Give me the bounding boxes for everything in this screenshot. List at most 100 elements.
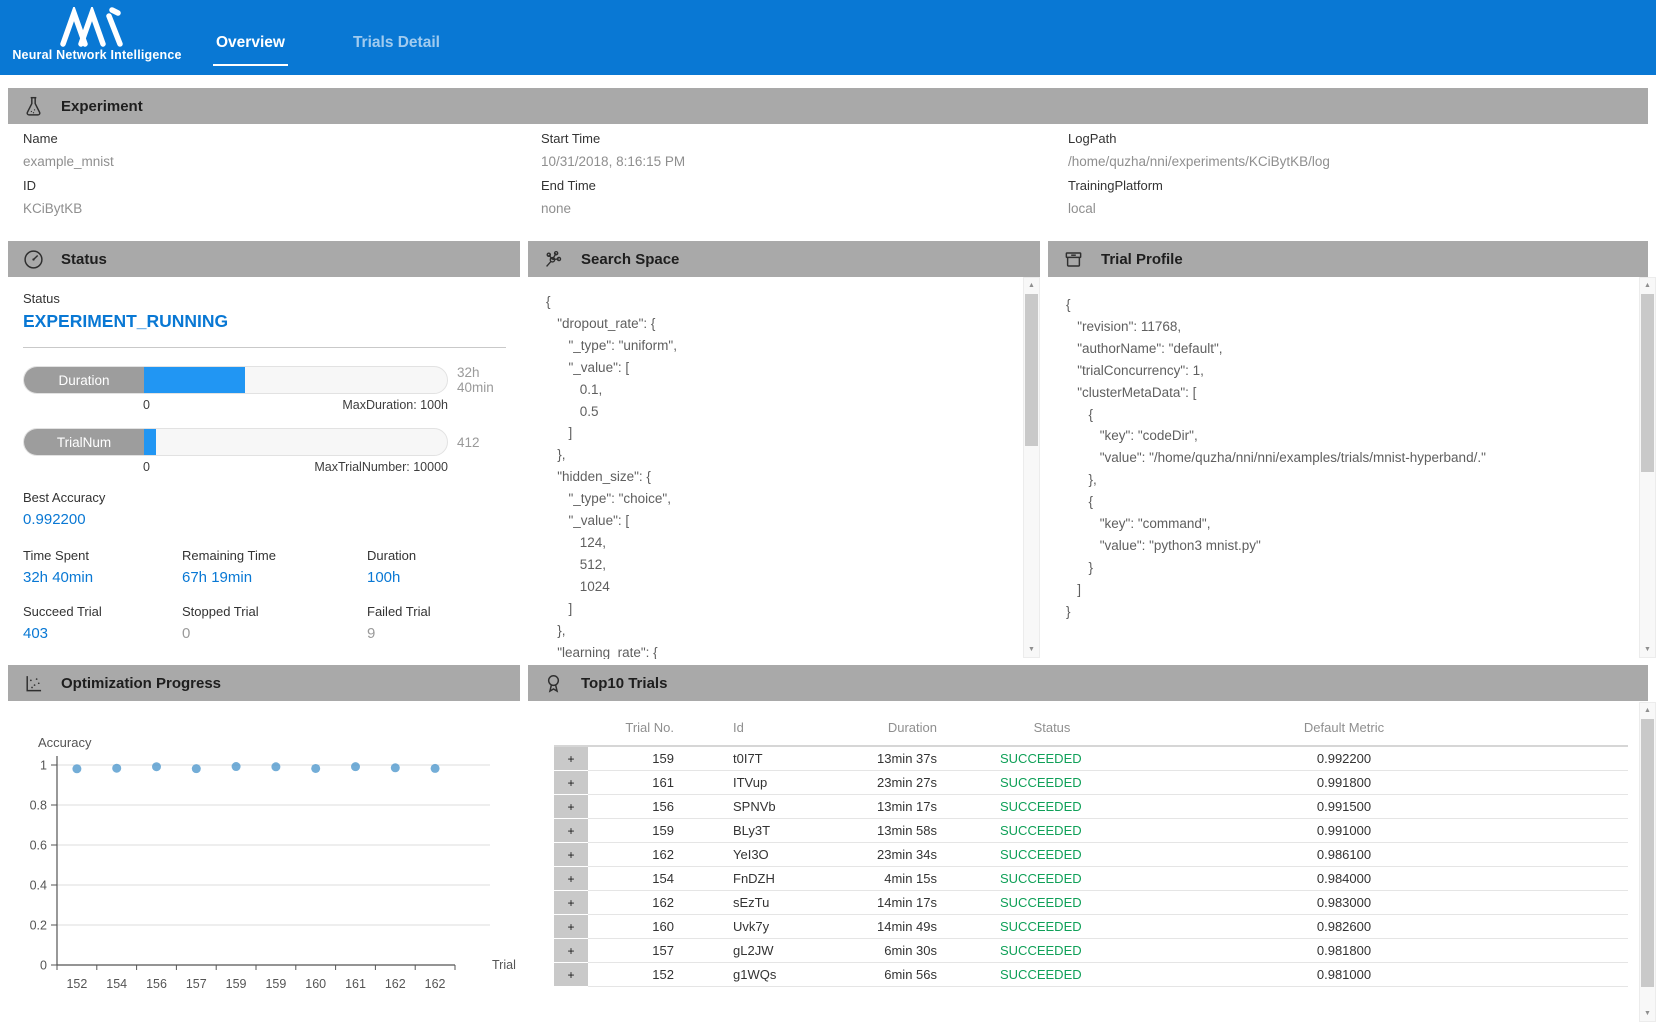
expand-row-button[interactable]: + xyxy=(567,896,574,910)
filler-cell xyxy=(1521,866,1628,890)
top10-scrollbar[interactable]: ▲ ▼ xyxy=(1639,702,1656,1022)
tab-overview[interactable]: Overview xyxy=(213,34,288,66)
expand-cell[interactable]: + xyxy=(554,890,588,914)
stat-label: Failed Trial xyxy=(367,604,506,619)
archive-box-icon xyxy=(1063,249,1084,270)
stat-value: 403 xyxy=(23,625,182,642)
expand-row-button[interactable]: + xyxy=(567,944,574,958)
filler-cell xyxy=(1521,746,1628,770)
duration-cell: 6min 56s xyxy=(824,962,937,986)
tab-trials-detail[interactable]: Trials Detail xyxy=(350,34,443,66)
stat-item: Duration100h xyxy=(367,548,506,586)
field-value: 10/31/2018, 8:16:15 PM xyxy=(541,154,1021,178)
experiment-column: LogPath/home/quzha/nni/experiments/KCiBy… xyxy=(1068,131,1628,225)
expand-cell[interactable]: + xyxy=(554,818,588,842)
trial-id-cell: g1WQs xyxy=(674,962,824,986)
trial-profile-scrollbar[interactable]: ▲ ▼ xyxy=(1639,277,1656,658)
search-space-json-line: "_value": [ xyxy=(546,357,1020,379)
scroll-down-button[interactable]: ▼ xyxy=(1640,1006,1655,1021)
expand-cell[interactable]: + xyxy=(554,938,588,962)
x-tick-label: 156 xyxy=(146,977,167,991)
trial-profile-json-line: ] xyxy=(1066,579,1636,601)
table-row: +152g1WQs6min 56sSUCCEEDED0.981000 xyxy=(554,962,1628,986)
expand-row-button[interactable]: + xyxy=(567,968,574,982)
expand-cell[interactable]: + xyxy=(554,770,588,794)
optimization-progress-chart: 00.20.40.60.8115215415615715915916016116… xyxy=(8,700,520,1030)
status-label: Status xyxy=(23,291,506,306)
search-space-json-line: "_type": "choice", xyxy=(546,488,1020,510)
trial-no-cell: 159 xyxy=(588,818,674,842)
expand-cell[interactable]: + xyxy=(554,746,588,770)
scroll-thumb[interactable] xyxy=(1641,294,1654,472)
search-space-json-line: "_type": "uniform", xyxy=(546,335,1020,357)
search-space-json-line: ] xyxy=(546,598,1020,620)
trial-no-cell: 161 xyxy=(588,770,674,794)
search-space-json-line: { xyxy=(546,291,1020,313)
x-tick-label: 159 xyxy=(265,977,286,991)
stat-label: Duration xyxy=(367,548,506,563)
metric-cell: 0.991000 xyxy=(1167,818,1521,842)
best-accuracy-value: 0.992200 xyxy=(23,511,506,528)
expand-cell[interactable]: + xyxy=(554,842,588,866)
expand-row-button[interactable]: + xyxy=(567,920,574,934)
expand-cell[interactable]: + xyxy=(554,794,588,818)
trial-profile-json-line: "key": "command", xyxy=(1066,513,1636,535)
progress-bar-fill xyxy=(144,367,245,393)
expand-row-button[interactable]: + xyxy=(567,776,574,790)
stat-item: Failed Trial 9 xyxy=(367,604,506,642)
x-axis-title: Trial xyxy=(492,958,516,972)
expand-cell[interactable]: + xyxy=(554,866,588,890)
stat-value: 32h 40min xyxy=(23,569,182,586)
progress-bar-value: 412 xyxy=(448,435,506,450)
experiment-section-title: Experiment xyxy=(61,98,143,115)
scroll-up-button[interactable]: ▲ xyxy=(1640,278,1655,293)
nav-tabs: Overview Trials Detail xyxy=(213,34,443,66)
expand-cell[interactable]: + xyxy=(554,914,588,938)
filler-cell xyxy=(1521,962,1628,986)
scroll-up-button[interactable]: ▲ xyxy=(1024,278,1039,293)
data-point xyxy=(271,762,280,771)
expand-row-button[interactable]: + xyxy=(567,848,574,862)
expand-row-button[interactable]: + xyxy=(567,800,574,814)
filler-cell xyxy=(1521,770,1628,794)
duration-cell: 6min 30s xyxy=(824,938,937,962)
scale-min: 0 xyxy=(143,460,150,474)
expand-row-button[interactable]: + xyxy=(567,872,574,886)
progress-bar: TrialNum xyxy=(23,428,448,456)
trial-id-cell: ITVup xyxy=(674,770,824,794)
trial-profile-json-line: { xyxy=(1066,294,1636,316)
duration-column-header: Duration xyxy=(824,710,937,746)
search-space-json-line: "dropout_rate": { xyxy=(546,313,1020,335)
search-space-json: { "dropout_rate": { "_type": "uniform", … xyxy=(546,291,1020,659)
status-cell: SUCCEEDED xyxy=(937,746,1167,770)
experiment-column: Start Time10/31/2018, 8:16:15 PMEnd Time… xyxy=(541,131,1021,225)
trial-no-cell: 160 xyxy=(588,914,674,938)
expand-cell[interactable]: + xyxy=(554,962,588,986)
stat-value: 67h 19min xyxy=(182,569,367,586)
data-point xyxy=(152,762,161,771)
scroll-thumb[interactable] xyxy=(1641,719,1654,987)
duration-cell: 23min 27s xyxy=(824,770,937,794)
scroll-down-button[interactable]: ▼ xyxy=(1024,642,1039,657)
table-row: +162YeI3O23min 34sSUCCEEDED0.986100 xyxy=(554,842,1628,866)
table-row: +154FnDZH4min 15sSUCCEEDED0.984000 xyxy=(554,866,1628,890)
trial-id-cell: sEzTu xyxy=(674,890,824,914)
field-label: TrainingPlatform xyxy=(1068,178,1628,201)
progress-bar-scale: 0MaxDuration: 100h xyxy=(143,398,448,412)
brand: Neural Network Intelligence xyxy=(8,7,186,62)
stat-value: 9 xyxy=(367,625,506,642)
expand-row-button[interactable]: + xyxy=(567,824,574,838)
expand-row-button[interactable]: + xyxy=(567,752,574,766)
scroll-up-button[interactable]: ▲ xyxy=(1640,703,1655,718)
data-point xyxy=(232,762,241,771)
search-space-scrollbar[interactable]: ▲ ▼ xyxy=(1023,277,1040,658)
duration-cell: 13min 17s xyxy=(824,794,937,818)
search-space-json-line: 512, xyxy=(546,554,1020,576)
scroll-thumb[interactable] xyxy=(1025,294,1038,446)
duration-cell: 4min 15s xyxy=(824,866,937,890)
field-label: ID xyxy=(23,178,503,201)
x-tick-label: 159 xyxy=(226,977,247,991)
scroll-down-button[interactable]: ▼ xyxy=(1640,642,1655,657)
metric-cell: 0.986100 xyxy=(1167,842,1521,866)
trial-profile-json-line: "key": "codeDir", xyxy=(1066,425,1636,447)
